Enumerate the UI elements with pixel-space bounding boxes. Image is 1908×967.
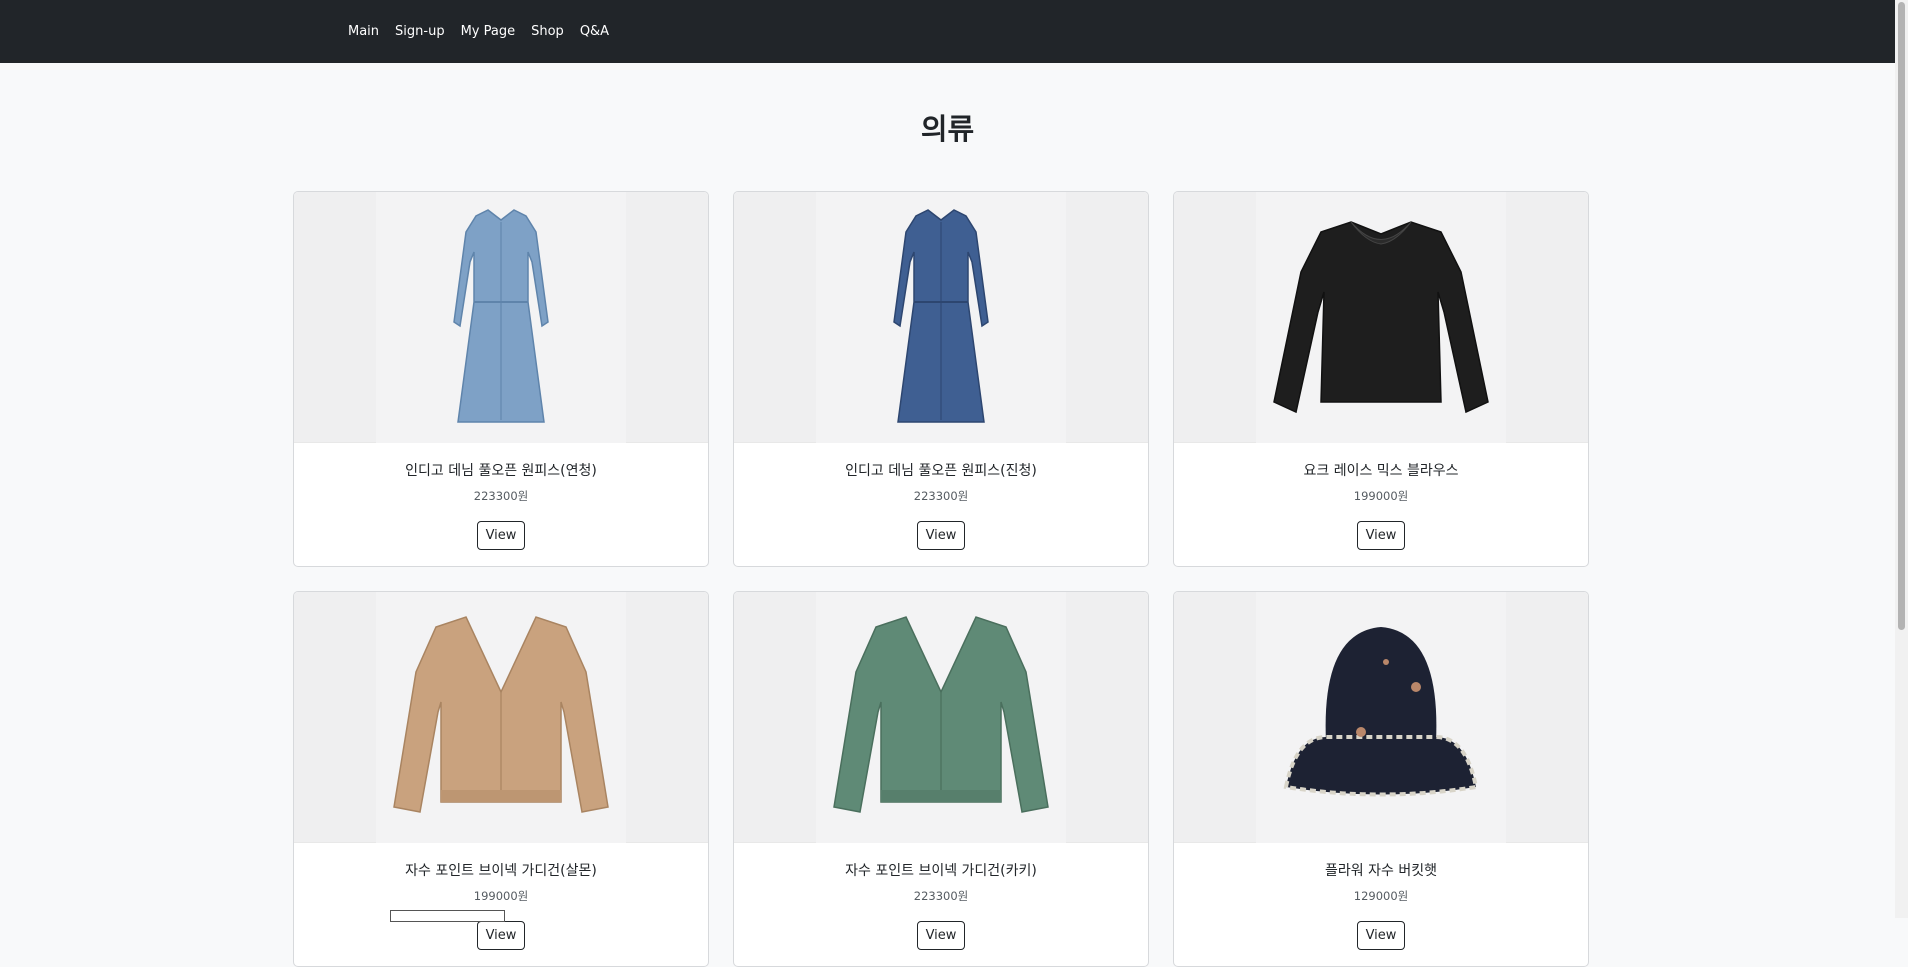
page-title: 의류 — [920, 112, 975, 146]
blouse-icon — [1273, 221, 1489, 414]
product-price: 223300원 — [913, 889, 969, 903]
product-price: 223300원 — [473, 489, 529, 503]
nav-link-mypage[interactable]: My Page — [461, 24, 516, 39]
nav-link-main[interactable]: Main — [348, 24, 379, 39]
dress-icon — [453, 209, 549, 423]
product-image — [294, 592, 708, 843]
nav-link-shop[interactable]: Shop — [531, 24, 564, 39]
product-image — [1174, 592, 1588, 843]
cardigan-icon — [393, 616, 609, 813]
hat-icon — [1283, 627, 1479, 797]
product-card: 인디고 데님 풀오픈 원피스(진청) 223300원 View — [733, 191, 1149, 567]
product-card: 자수 포인트 브이넥 가디건(카키) 223300원 View — [733, 591, 1149, 967]
product-price: 199000원 — [1353, 489, 1409, 503]
vertical-scrollbar[interactable] — [1895, 0, 1908, 918]
product-image — [1174, 192, 1588, 443]
product-image — [294, 192, 708, 443]
view-button[interactable]: View — [476, 521, 526, 550]
cardigan-icon — [833, 616, 1049, 813]
product-name: 플라워 자수 버킷햇 — [1325, 863, 1437, 879]
view-button[interactable]: View — [1356, 521, 1406, 550]
scrollbar-thumb[interactable] — [1898, 2, 1905, 630]
product-price: 199000원 — [473, 889, 529, 903]
dress-icon — [893, 209, 989, 423]
nav-link-qna[interactable]: Q&A — [580, 24, 609, 39]
product-name: 인디고 데님 풀오픈 원피스(연청) — [405, 463, 597, 479]
product-name: 인디고 데님 풀오픈 원피스(진청) — [845, 463, 1037, 479]
product-card: 요크 레이스 믹스 블라우스 199000원 View — [1173, 191, 1589, 567]
nav-link-signup[interactable]: Sign-up — [395, 24, 445, 39]
product-card: 플라워 자수 버킷햇 129000원 View — [1173, 591, 1589, 967]
view-button[interactable]: View — [1356, 921, 1406, 950]
view-button[interactable]: View — [476, 921, 526, 950]
product-card: 인디고 데님 풀오픈 원피스(연청) 223300원 View — [293, 191, 709, 567]
product-name: 요크 레이스 믹스 블라우스 — [1303, 463, 1459, 479]
top-navbar: Main Sign-up My Page Shop Q&A — [0, 0, 1895, 63]
product-grid: 인디고 데님 풀오픈 원피스(연청) 223300원 View 인디고 데님 풀… — [293, 191, 1590, 967]
view-button[interactable]: View — [916, 921, 966, 950]
product-name: 자수 포인트 브이넥 가디건(살몬) — [405, 863, 597, 879]
product-price: 223300원 — [913, 489, 969, 503]
product-price: 129000원 — [1353, 889, 1409, 903]
product-image — [734, 192, 1148, 443]
tooltip-overlay — [390, 910, 505, 922]
product-name: 자수 포인트 브이넥 가디건(카키) — [845, 863, 1037, 879]
view-button[interactable]: View — [916, 521, 966, 550]
product-image — [734, 592, 1148, 843]
